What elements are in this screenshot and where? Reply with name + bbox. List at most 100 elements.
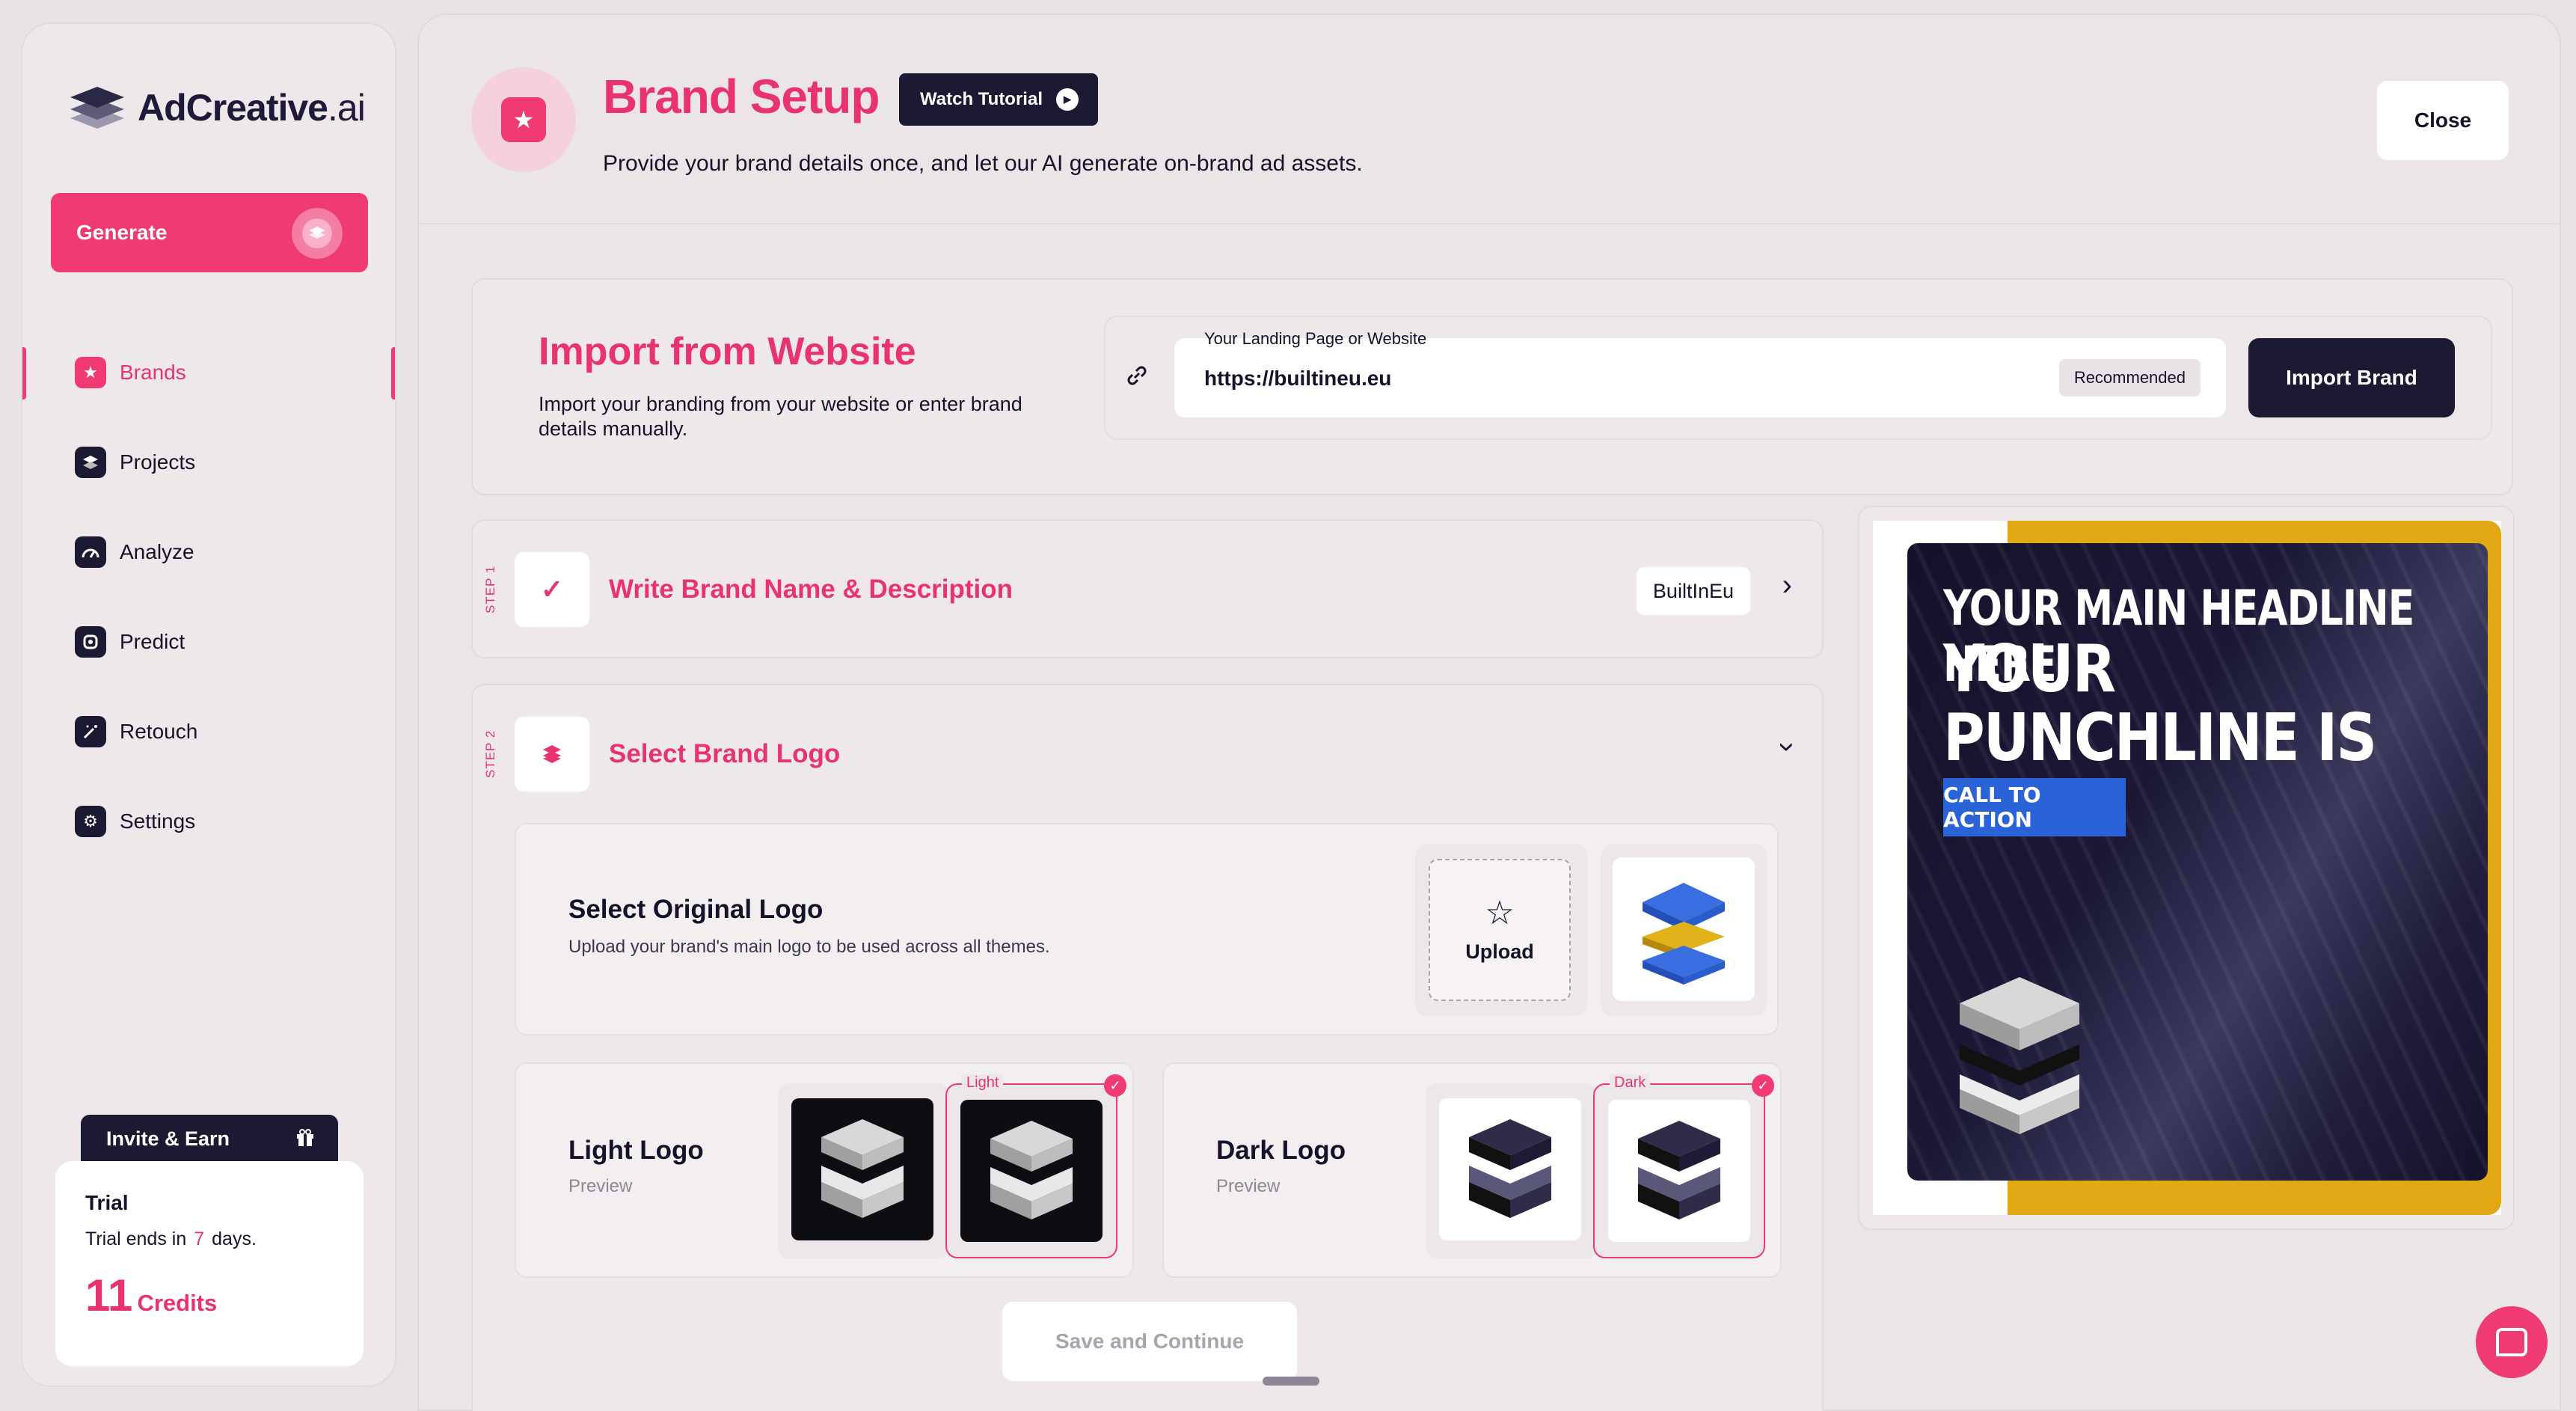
check-icon: ✓ (1752, 1074, 1774, 1097)
invite-earn-button[interactable]: Invite & Earn (81, 1115, 338, 1163)
sidebar-item-label: Projects (120, 450, 196, 474)
page-header: ★ Brand Setup Watch Tutorial ▶ Provide y… (419, 15, 2560, 224)
scroll-handle[interactable] (1263, 1377, 1319, 1386)
chevron-right-icon[interactable]: › (1782, 569, 1792, 602)
sidebar-item-projects[interactable]: Projects (75, 440, 359, 485)
credits-display: 11 Credits (85, 1270, 334, 1321)
dark-logo-thumbnail-selected (1608, 1100, 1750, 1242)
gift-icon (295, 1127, 316, 1154)
trial-ends-suffix: days. (212, 1228, 257, 1249)
dark-logo-option-1[interactable] (1426, 1083, 1598, 1258)
sidebar-item-settings[interactable]: ⚙ Settings (75, 799, 359, 844)
active-indicator-right (391, 347, 395, 400)
step2-title: Select Brand Logo (609, 739, 841, 768)
light-logo-option-2[interactable]: Light ✓ (945, 1074, 1126, 1258)
dark-logo-subtitle: Preview (1216, 1176, 1281, 1196)
close-button[interactable]: Close (2377, 81, 2509, 160)
website-url-input[interactable]: Your Landing Page or Website https://bui… (1174, 329, 2226, 417)
sidebar-item-label: Analyze (120, 540, 194, 563)
sidebar: AdCreative.ai Generate ★ Brands Projects… (21, 22, 396, 1387)
brand-setup-icon: ★ (471, 67, 576, 172)
light-logo-subtitle: Preview (568, 1176, 633, 1196)
logo-name: AdCreative (138, 87, 328, 129)
generate-button[interactable]: Generate (51, 193, 368, 272)
page-title: Brand Setup (603, 70, 880, 123)
generate-label: Generate (76, 221, 168, 244)
website-url-label: Your Landing Page or Website (1204, 329, 1427, 348)
chat-bubble-icon (2496, 1328, 2527, 1356)
sidebar-item-label: Predict (120, 630, 185, 653)
ad-preview-panel: YOUR MAIN HEADLINE HERE! YOUR PUNCHLINE … (1858, 506, 2515, 1230)
logo-stack-icon (70, 87, 124, 129)
chevron-down-icon[interactable]: › (1770, 742, 1804, 752)
import-from-website-panel: Import from Website Import your branding… (471, 278, 2513, 495)
star-outline-icon: ☆ (1485, 894, 1515, 931)
ad-cta-button: CALL TO ACTION (1943, 778, 2126, 836)
dark-logo-option-2[interactable]: Dark ✓ (1593, 1074, 1774, 1258)
watch-tutorial-button[interactable]: Watch Tutorial ▶ (899, 73, 1098, 126)
step2-label: STEP 2 (483, 729, 497, 778)
upload-label: Upload (1465, 940, 1534, 963)
upload-wrapper: ☆ Upload (1415, 844, 1587, 1016)
ad-logo-image (1960, 977, 2079, 1134)
sidebar-item-analyze[interactable]: Analyze (75, 530, 359, 575)
layers-icon (75, 447, 106, 478)
dark-logo-section: Dark Logo Preview Dark ✓ (1162, 1062, 1782, 1278)
light-tag: Light (962, 1074, 1004, 1092)
link-icon (1122, 361, 1152, 398)
generate-layers-icon (292, 208, 343, 259)
upload-logo-button[interactable]: ☆ Upload (1429, 859, 1571, 1001)
active-indicator-left (22, 347, 26, 400)
original-logo-thumbnail[interactable] (1613, 857, 1755, 1001)
trial-ends-text: Trial ends in 7 days. (85, 1228, 334, 1250)
app-logo[interactable]: AdCreative.ai (67, 81, 366, 135)
original-logo-section: Select Original Logo Upload your brand's… (515, 823, 1779, 1035)
sidebar-item-predict[interactable]: Predict (75, 619, 359, 664)
original-logo-title: Select Original Logo (568, 895, 824, 924)
wand-icon (75, 716, 106, 747)
gear-icon: ⚙ (75, 806, 106, 837)
step1-label: STEP 1 (483, 565, 497, 613)
ad-preview: YOUR MAIN HEADLINE HERE! YOUR PUNCHLINE … (1873, 521, 2501, 1215)
dark-logo-thumbnail (1439, 1098, 1581, 1240)
step1-card[interactable]: STEP 1 ✓ Write Brand Name & Description … (471, 519, 1824, 658)
sidebar-item-label: Retouch (120, 720, 198, 743)
trial-title: Trial (85, 1191, 129, 1214)
logo-layers-icon (515, 717, 589, 792)
light-logo-option-1[interactable] (778, 1083, 950, 1258)
tutorial-label: Watch Tutorial (920, 89, 1043, 109)
check-icon: ✓ (1104, 1074, 1126, 1097)
url-input-group: Your Landing Page or Website https://bui… (1104, 316, 2492, 440)
brand-name-chip: BuiltInEu (1636, 567, 1750, 615)
light-logo-section: Light Logo Preview Light ✓ (515, 1062, 1134, 1278)
light-logo-thumbnail (791, 1098, 933, 1240)
light-logo-thumbnail-selected (960, 1100, 1103, 1242)
brand-logo-image (1643, 883, 1725, 985)
trial-ends-prefix: Trial ends in (85, 1228, 187, 1249)
original-logo-description: Upload your brand's main logo to be used… (568, 937, 1050, 957)
dark-tag: Dark (1610, 1074, 1651, 1092)
ad-creative: YOUR MAIN HEADLINE HERE! YOUR PUNCHLINE … (1907, 543, 2488, 1181)
star-icon: ★ (75, 357, 106, 388)
sidebar-item-label: Settings (120, 809, 196, 833)
import-title: Import from Website (539, 330, 916, 373)
star-icon: ★ (501, 97, 546, 142)
dark-logo-title: Dark Logo (1216, 1136, 1346, 1165)
import-description: Import your branding from your website o… (539, 393, 1022, 440)
chat-support-button[interactable] (2476, 1306, 2548, 1378)
trial-days: 7 (194, 1228, 205, 1249)
recommended-badge: Recommended (2058, 359, 2201, 397)
predict-icon (75, 626, 106, 658)
sidebar-item-brands[interactable]: ★ Brands (75, 350, 359, 395)
save-and-continue-button[interactable]: Save and Continue (1002, 1302, 1297, 1381)
main-panel: ★ Brand Setup Watch Tutorial ▶ Provide y… (417, 13, 2561, 1411)
play-icon: ▶ (1056, 88, 1079, 111)
import-brand-button[interactable]: Import Brand (2248, 338, 2455, 417)
light-logo-title: Light Logo (568, 1136, 704, 1165)
sidebar-item-retouch[interactable]: Retouch (75, 709, 359, 754)
checkmark-icon: ✓ (515, 552, 589, 627)
sidebar-item-label: Brands (120, 361, 186, 384)
logo-suffix: .ai (328, 87, 366, 129)
gauge-icon (75, 536, 106, 568)
step1-title: Write Brand Name & Description (609, 575, 1013, 604)
